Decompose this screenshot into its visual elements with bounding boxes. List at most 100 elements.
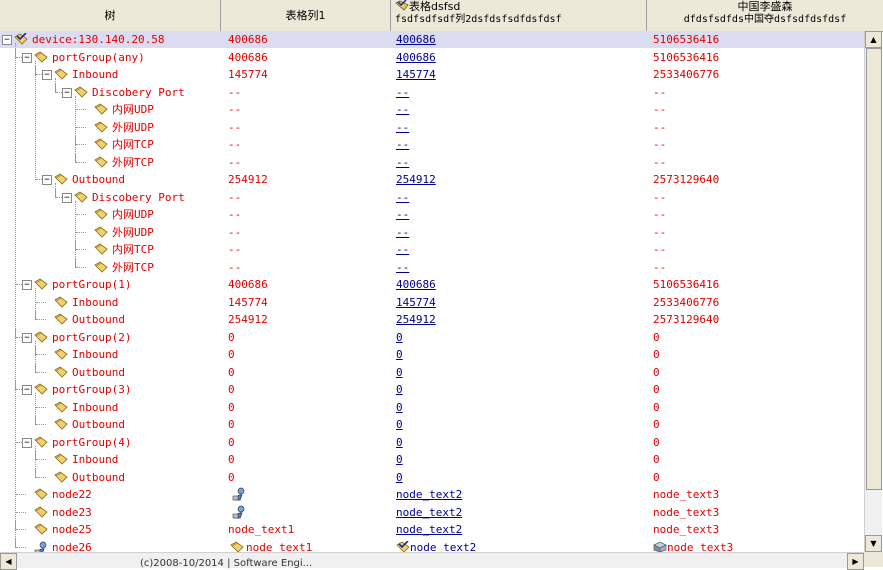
collapse-toggle-icon[interactable]: − xyxy=(22,280,32,290)
tree-node-label[interactable]: Discobery Port xyxy=(92,189,185,206)
tree-node-label[interactable]: device:130.140.20.58 xyxy=(32,31,164,48)
collapse-toggle-icon[interactable]: − xyxy=(2,35,12,45)
col2-link[interactable]: -- xyxy=(396,121,409,134)
tree-node-label[interactable]: Outbound xyxy=(72,364,125,381)
scroll-thumb[interactable] xyxy=(866,48,882,490)
col2-link[interactable]: node_text2 xyxy=(396,488,462,501)
tree-node-label[interactable]: Outbound xyxy=(72,416,125,433)
table-row[interactable]: − device:130.140.20.58 400686 400686 5106536… xyxy=(0,31,864,48)
table-row[interactable]: − Outbound 254912 254912 2573129640 xyxy=(0,171,864,188)
collapse-toggle-icon[interactable]: − xyxy=(22,53,32,63)
table-row[interactable]: − portGroup(2) 0 0 0 xyxy=(0,329,864,346)
col2-link[interactable]: node_text2 xyxy=(396,506,462,519)
table-row[interactable]: Inbound 0 0 0 xyxy=(0,399,864,416)
table-row[interactable]: Outbound 0 0 0 xyxy=(0,416,864,433)
col2-link[interactable]: 0 xyxy=(396,331,403,344)
scroll-up-arrow-icon[interactable]: ▲ xyxy=(865,31,882,48)
tree-node-label[interactable]: portGroup(4) xyxy=(52,434,131,451)
col2-link[interactable]: -- xyxy=(396,86,409,99)
tree-node-label[interactable]: portGroup(1) xyxy=(52,276,131,293)
col2-link[interactable]: 0 xyxy=(396,436,403,449)
col2-link[interactable]: 0 xyxy=(396,366,403,379)
collapse-toggle-icon[interactable]: − xyxy=(42,175,52,185)
col2-link[interactable]: node_text2 xyxy=(410,541,476,552)
column-header-col1[interactable]: 表格列1 xyxy=(221,0,391,31)
table-row[interactable]: node25 node_text1 node_text2 node_text3 xyxy=(0,521,864,538)
col2-link[interactable]: -- xyxy=(396,243,409,256)
tree-node-label[interactable]: node25 xyxy=(52,521,92,538)
table-row[interactable]: Inbound 0 0 0 xyxy=(0,451,864,468)
column-header-col3[interactable]: 中国李盛森 dfdsfsdfds中国夺dsfsdfdsfdsf xyxy=(647,0,883,31)
collapse-toggle-icon[interactable]: − xyxy=(42,70,52,80)
table-row[interactable]: − Discobery Port -- -- -- xyxy=(0,84,864,101)
column-header-col2[interactable]: 表格dsfsd fsdfsdfsdf列2dsfdsfsdfdsfdsf xyxy=(391,0,647,31)
scroll-left-arrow-icon[interactable]: ◀ xyxy=(0,553,17,570)
collapse-toggle-icon[interactable]: − xyxy=(62,193,72,203)
collapse-toggle-icon[interactable]: − xyxy=(22,333,32,343)
table-row[interactable]: node23 node_text2 node_text3 xyxy=(0,504,864,521)
tree-node-label[interactable]: Inbound xyxy=(72,294,118,311)
col2-link[interactable]: 0 xyxy=(396,453,403,466)
tree-node-label[interactable]: 内网TCP xyxy=(112,136,154,153)
table-row[interactable]: 内网TCP -- -- -- xyxy=(0,136,864,153)
table-row[interactable]: 外网UDP -- -- -- xyxy=(0,224,864,241)
col2-link[interactable]: 145774 xyxy=(396,68,436,81)
tree-node-label[interactable]: Outbound xyxy=(72,311,125,328)
tree-node-label[interactable]: 外网TCP xyxy=(112,259,154,276)
col2-link[interactable]: -- xyxy=(396,191,409,204)
horizontal-scrollbar[interactable]: ◀ ▶ xyxy=(0,552,864,570)
scroll-right-arrow-icon[interactable]: ▶ xyxy=(847,553,864,570)
tree-node-label[interactable]: Inbound xyxy=(72,451,118,468)
col2-link[interactable]: 0 xyxy=(396,348,403,361)
table-row[interactable]: 内网UDP -- -- -- xyxy=(0,101,864,118)
table-row[interactable]: − Inbound 145774 145774 2533406776 xyxy=(0,66,864,83)
tree-node-label[interactable]: Inbound xyxy=(72,346,118,363)
col2-link[interactable]: -- xyxy=(396,226,409,239)
col2-link[interactable]: 0 xyxy=(396,401,403,414)
tree-node-label[interactable]: 外网UDP xyxy=(112,224,154,241)
tree-node-label[interactable]: Discobery Port xyxy=(92,84,185,101)
col2-link[interactable]: -- xyxy=(396,208,409,221)
column-header-tree[interactable]: 树 xyxy=(0,0,221,31)
col2-link[interactable]: 145774 xyxy=(396,296,436,309)
table-row[interactable]: − portGroup(3) 0 0 0 xyxy=(0,381,864,398)
table-row[interactable]: 内网TCP -- -- -- xyxy=(0,241,864,258)
col2-link[interactable]: 400686 xyxy=(396,278,436,291)
table-row[interactable]: − portGroup(4) 0 0 0 xyxy=(0,434,864,451)
tree-node-label[interactable]: 外网TCP xyxy=(112,154,154,171)
col2-link[interactable]: -- xyxy=(396,156,409,169)
col2-link[interactable]: -- xyxy=(396,103,409,116)
tree-node-label[interactable]: portGroup(any) xyxy=(52,49,145,66)
table-row[interactable]: Outbound 254912 254912 2573129640 xyxy=(0,311,864,328)
col2-link[interactable]: 0 xyxy=(396,418,403,431)
tree-node-label[interactable]: Outbound xyxy=(72,171,125,188)
tree-node-label[interactable]: 内网UDP xyxy=(112,206,154,223)
col2-link[interactable]: 254912 xyxy=(396,313,436,326)
tree-node-label[interactable]: node26 xyxy=(52,539,92,552)
table-row[interactable]: 外网TCP -- -- -- xyxy=(0,154,864,171)
tree-node-label[interactable]: portGroup(2) xyxy=(52,329,131,346)
vertical-scrollbar[interactable]: ▲ ▼ xyxy=(864,31,882,552)
table-row[interactable]: node26 node_text1 node_text2 node_text3 xyxy=(0,539,864,552)
tree-node-label[interactable]: node23 xyxy=(52,504,92,521)
tree-node-label[interactable]: Outbound xyxy=(72,469,125,486)
tree-node-label[interactable]: Inbound xyxy=(72,399,118,416)
tree-node-label[interactable]: 内网TCP xyxy=(112,241,154,258)
col2-link[interactable]: 254912 xyxy=(396,173,436,186)
col2-link[interactable]: -- xyxy=(396,138,409,151)
col2-link[interactable]: -- xyxy=(396,261,409,274)
table-row[interactable]: node22 node_text2 node_text3 xyxy=(0,486,864,503)
collapse-toggle-icon[interactable]: − xyxy=(62,88,72,98)
table-row[interactable]: Inbound 0 0 0 xyxy=(0,346,864,363)
tree-node-label[interactable]: portGroup(3) xyxy=(52,381,131,398)
table-row[interactable]: 外网UDP -- -- -- xyxy=(0,119,864,136)
table-row[interactable]: − Discobery Port -- -- -- xyxy=(0,189,864,206)
col2-link[interactable]: 400686 xyxy=(396,33,436,46)
table-row[interactable]: Inbound 145774 145774 2533406776 xyxy=(0,294,864,311)
table-row[interactable]: − portGroup(1) 400686 400686 5106536416 xyxy=(0,276,864,293)
collapse-toggle-icon[interactable]: − xyxy=(22,385,32,395)
tree-node-label[interactable]: 外网UDP xyxy=(112,119,154,136)
table-row[interactable]: 内网UDP -- -- -- xyxy=(0,206,864,223)
col2-link[interactable]: 400686 xyxy=(396,51,436,64)
tree-node-label[interactable]: 内网UDP xyxy=(112,101,154,118)
